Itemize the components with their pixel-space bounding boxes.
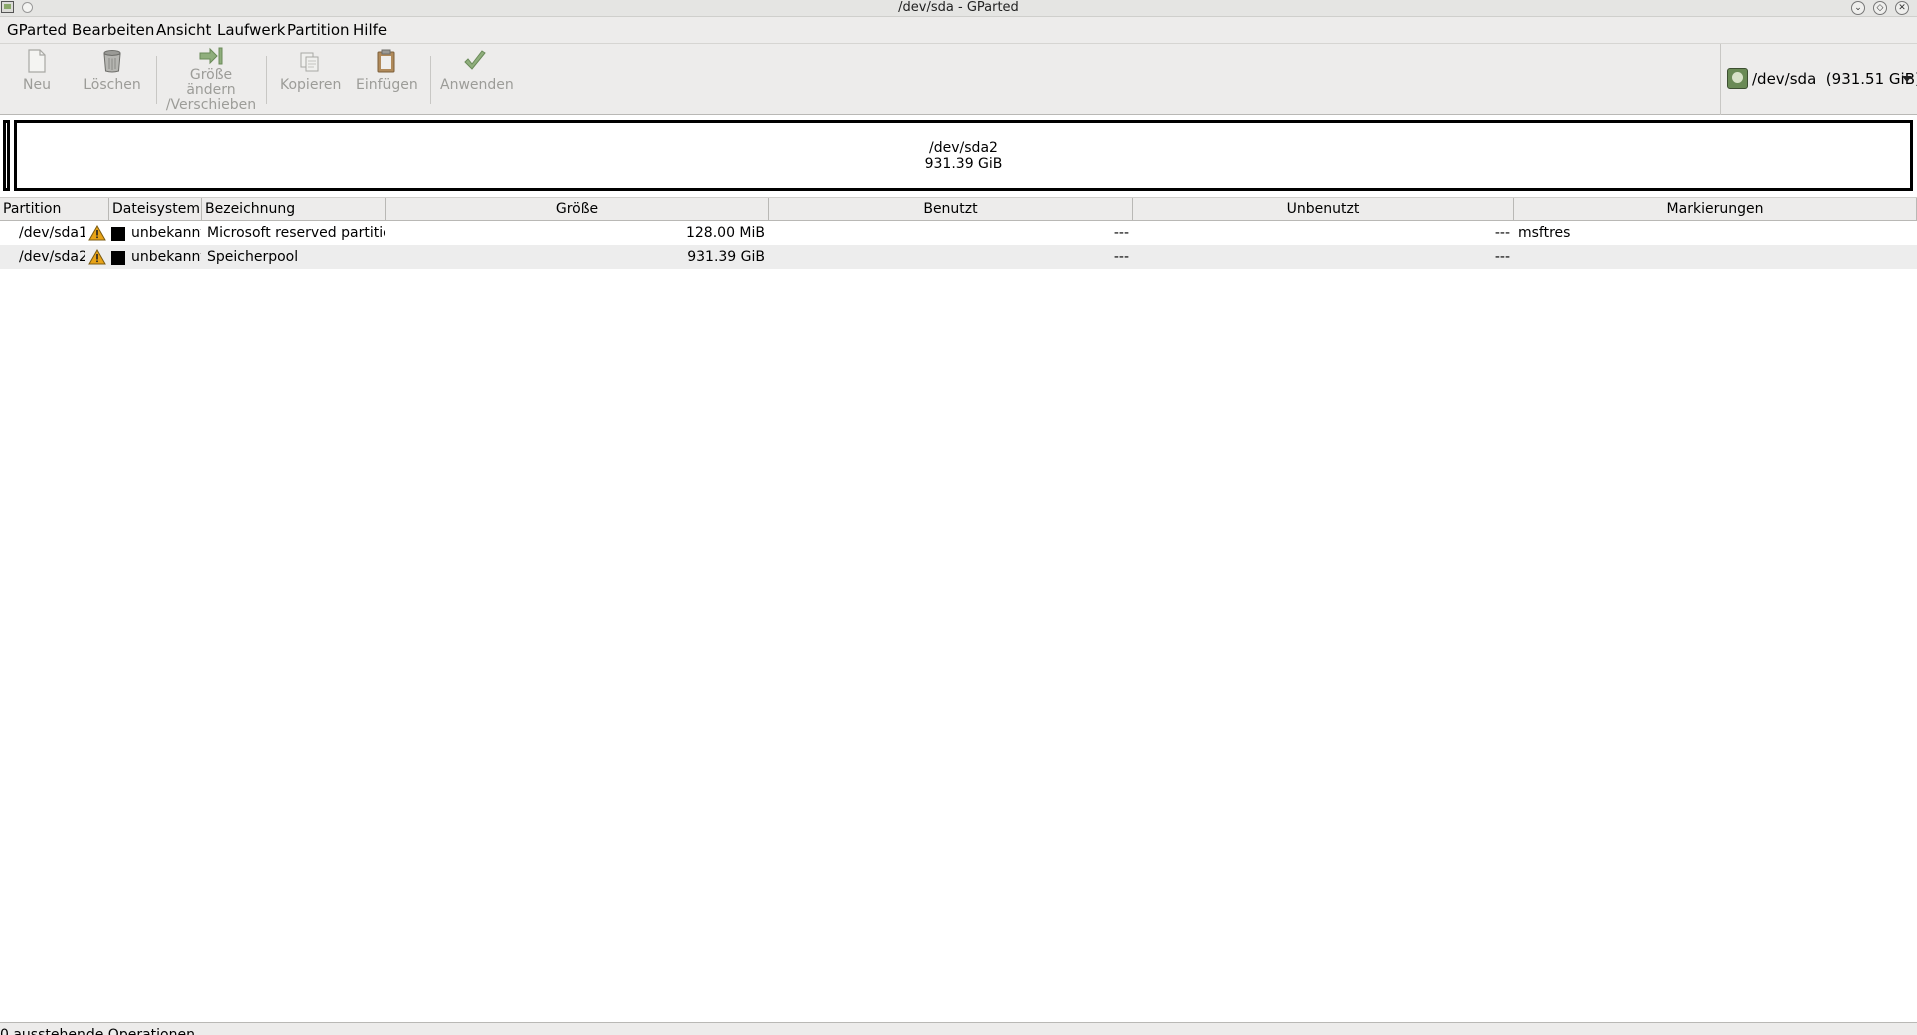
resize-move-button[interactable]: Größe ändern /Verschieben	[164, 46, 258, 113]
cell-label: Speicherpool	[207, 249, 299, 265]
cell-partition: /dev/sda1	[19, 225, 85, 241]
menu-ansicht[interactable]: Ansicht	[156, 21, 211, 39]
column-header-filesystem[interactable]: Dateisystem	[109, 198, 202, 221]
cell-used: ---	[1113, 225, 1129, 241]
chevron-down-icon[interactable]	[1902, 76, 1912, 82]
resize-label-line2: /Verschieben	[165, 97, 257, 113]
column-header-label[interactable]: Bezeichnung	[202, 198, 386, 221]
close-icon[interactable]: ✕	[1895, 1, 1909, 15]
disk-visualization: /dev/sda2 931.39 GiB	[0, 117, 1917, 194]
segment-partition-size: 931.39 GiB	[924, 156, 1003, 172]
menu-hilfe[interactable]: Hilfe	[353, 21, 387, 39]
window-title: /dev/sda - GParted	[898, 0, 1019, 15]
menu-bar: GParted Bearbeiten Ansicht Laufwerk Part…	[0, 17, 1917, 43]
toolbar-separator	[156, 56, 157, 104]
menu-gparted[interactable]: GParted	[7, 21, 67, 39]
apply-label: Anwenden	[440, 77, 514, 93]
table-row[interactable]: /dev/sda1 unbekannt Microsoft reserved p…	[0, 221, 1917, 245]
hard-disk-icon	[1727, 68, 1748, 89]
column-header-unused[interactable]: Unbenutzt	[1133, 198, 1514, 221]
cell-size: 931.39 GiB	[687, 249, 765, 265]
partition-segment-sda1[interactable]	[3, 120, 10, 191]
checkmark-icon	[464, 50, 486, 70]
menu-bearbeiten[interactable]: Bearbeiten	[72, 21, 154, 39]
resize-label-line1: Größe ändern	[186, 67, 236, 98]
table-row[interactable]: /dev/sda2 unbekannt Speicherpool 931.39 …	[0, 245, 1917, 269]
cell-flags	[1518, 245, 1913, 269]
new-button[interactable]: Neu	[14, 48, 60, 112]
paste-button[interactable]: Einfügen	[356, 48, 418, 112]
cell-unused: ---	[1494, 225, 1510, 241]
column-header-flags[interactable]: Markierungen	[1514, 198, 1917, 221]
column-header-size[interactable]: Größe	[386, 198, 769, 221]
paste-icon	[377, 49, 395, 73]
menu-partition[interactable]: Partition	[287, 21, 350, 39]
column-header-used[interactable]: Benutzt	[769, 198, 1133, 221]
filesystem-color-swatch	[111, 227, 125, 241]
partition-segment-sda2[interactable]: /dev/sda2 931.39 GiB	[14, 120, 1913, 191]
cell-filesystem: unbekannt	[131, 249, 201, 265]
apply-button[interactable]: Anwenden	[440, 48, 514, 112]
copy-label: Kopieren	[280, 77, 342, 93]
status-bar: 0 ausstehende Operationen	[0, 1022, 1917, 1035]
toolbar: Neu Löschen Größe ändern /Verschieben Ko…	[0, 43, 1917, 115]
warning-icon	[88, 249, 106, 265]
cell-unused: ---	[1494, 249, 1510, 265]
delete-label: Löschen	[83, 77, 141, 93]
copy-icon	[300, 52, 319, 72]
pending-operations-status: 0 ausstehende Operationen	[0, 1027, 195, 1035]
warning-icon	[88, 225, 106, 241]
new-document-icon	[28, 49, 46, 73]
partition-table: Partition Dateisystem Bezeichnung Größe …	[0, 197, 1917, 1022]
device-label: /dev/sda (931.51 GiB)	[1752, 70, 1917, 88]
toolbar-separator	[266, 56, 267, 104]
paste-label: Einfügen	[356, 77, 418, 93]
filesystem-color-swatch	[111, 251, 125, 265]
trash-icon	[103, 50, 121, 73]
device-selector[interactable]: /dev/sda (931.51 GiB)	[1720, 44, 1917, 115]
menu-laufwerk[interactable]: Laufwerk	[217, 21, 285, 39]
table-header: Partition Dateisystem Bezeichnung Größe …	[0, 197, 1917, 221]
cell-partition: /dev/sda2	[19, 249, 85, 265]
column-header-partition[interactable]: Partition	[0, 198, 109, 221]
minimize-icon[interactable]: ⌄	[1851, 1, 1865, 15]
resize-arrow-icon	[199, 47, 223, 65]
maximize-icon[interactable]: ◇	[1873, 1, 1887, 15]
cell-label: Microsoft reserved partition	[207, 225, 385, 241]
cell-filesystem: unbekannt	[131, 225, 201, 241]
gparted-window: /dev/sda - GParted ⌄ ◇ ✕ GParted Bearbei…	[0, 0, 1917, 1035]
delete-button[interactable]: Löschen	[82, 48, 142, 112]
cell-size: 128.00 MiB	[685, 225, 765, 241]
segment-partition-name: /dev/sda2	[929, 140, 998, 156]
copy-button[interactable]: Kopieren	[280, 48, 342, 112]
title-bar: /dev/sda - GParted ⌄ ◇ ✕	[0, 0, 1917, 17]
new-label: Neu	[23, 77, 51, 93]
cell-used: ---	[1113, 249, 1129, 265]
toolbar-separator	[430, 56, 431, 104]
cell-flags: msftres	[1518, 225, 1571, 241]
